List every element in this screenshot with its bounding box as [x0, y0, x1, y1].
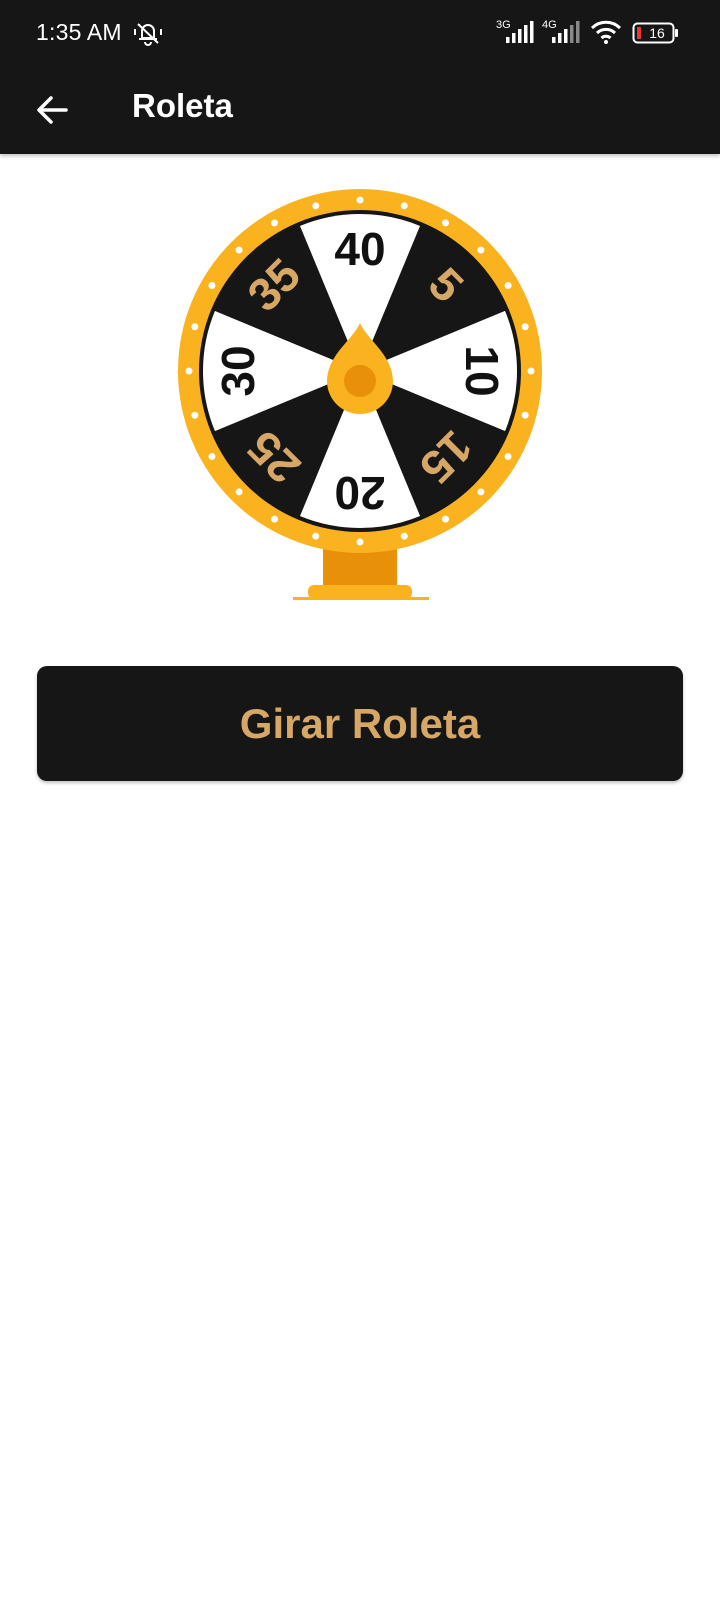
- wheel-segment-label: 20: [334, 467, 385, 519]
- rim-light: [235, 246, 243, 254]
- wheel-graphic: 405101520253035: [178, 189, 542, 600]
- rim-light: [504, 453, 512, 460]
- signal-4g-icon: 4G: [542, 19, 580, 43]
- rim-light: [271, 219, 278, 227]
- wifi-icon: [590, 20, 622, 44]
- rim-light: [442, 219, 449, 227]
- battery-level: 16: [649, 25, 665, 41]
- network-2-label: 4G: [542, 19, 557, 31]
- rim-light: [208, 453, 216, 460]
- wheel-segment-label: 40: [334, 223, 385, 275]
- rim-light: [185, 367, 193, 375]
- app-bar: Roleta: [0, 66, 720, 154]
- wheel-base: [308, 585, 412, 599]
- rim-light: [521, 411, 529, 419]
- wheel-hub: [344, 365, 376, 397]
- page-title: Roleta: [132, 87, 233, 124]
- rim-light: [521, 323, 529, 331]
- status-time: 1:35 AM: [36, 19, 122, 45]
- rim-light: [271, 515, 278, 523]
- rim-light: [312, 202, 320, 210]
- wheel-segment-label: 10: [456, 345, 508, 396]
- arrow-left-icon: [37, 96, 68, 124]
- rim-light: [191, 411, 199, 419]
- rim-light: [191, 323, 199, 331]
- back-button[interactable]: [24, 82, 80, 138]
- rim-light: [400, 532, 408, 540]
- status-bar: 1:35 AM 3G 4G 16: [0, 0, 720, 66]
- rim-light: [356, 538, 364, 546]
- rim-light: [442, 515, 449, 523]
- signal-3g-icon: 3G: [496, 19, 534, 43]
- network-1-label: 3G: [496, 19, 511, 31]
- wheel-segment-label: 30: [212, 345, 264, 396]
- muted-bell-icon: [134, 23, 162, 46]
- rim-light: [356, 196, 364, 204]
- rim-light: [504, 282, 512, 289]
- rim-light: [527, 367, 535, 375]
- rim-light: [400, 202, 408, 210]
- rim-light: [477, 488, 485, 496]
- spin-wheel-button-label: Girar Roleta: [239, 699, 481, 747]
- wheel-base-line: [293, 597, 429, 600]
- battery-icon: 16: [632, 22, 678, 44]
- spin-wheel-button[interactable]: Girar Roleta: [37, 666, 683, 781]
- rim-light: [208, 282, 216, 289]
- rim-light: [235, 488, 243, 496]
- roulette-wheel[interactable]: 40 5 10 15 20 25 30 35: [170, 186, 550, 616]
- rim-light: [477, 246, 485, 254]
- rim-light: [312, 532, 320, 540]
